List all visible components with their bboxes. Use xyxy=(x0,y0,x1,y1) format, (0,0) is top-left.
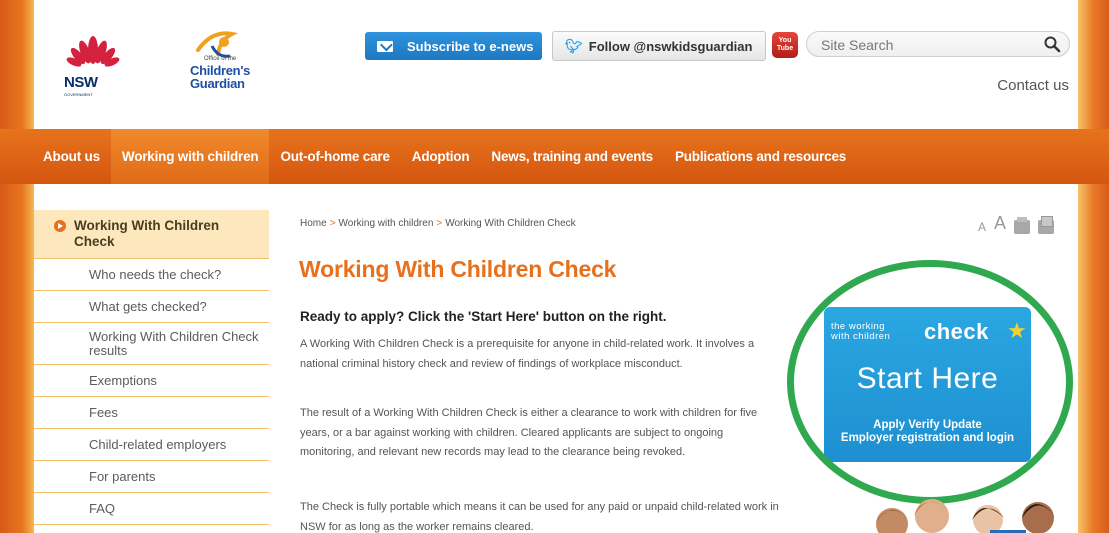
nsw-logo-subtext: GOVERNMENT xyxy=(64,92,93,97)
nav-working-with-children[interactable]: Working with children xyxy=(110,129,270,184)
breadcrumb-home[interactable]: Home xyxy=(300,218,327,229)
page: NSW GOVERNMENT Office of the Children's … xyxy=(0,0,1109,533)
print-icon[interactable] xyxy=(1014,217,1030,234)
main-nav: About us Working with children Out-of-ho… xyxy=(0,129,1109,184)
search-icon[interactable] xyxy=(1043,35,1061,53)
text-size-large-button[interactable]: A xyxy=(994,213,1006,234)
subscribe-label: Subscribe to e-news xyxy=(407,38,534,54)
nsw-logo-text: NSW xyxy=(64,74,98,91)
ocg-office-text: Office of the xyxy=(204,56,237,62)
sidebar-item-exemptions[interactable]: Exemptions xyxy=(34,365,269,397)
save-page-icon[interactable] xyxy=(1038,216,1054,234)
waratah-icon xyxy=(66,36,120,67)
sidebar-item-what-gets-checked[interactable]: What gets checked? xyxy=(34,291,269,323)
sidebar-item-for-parents[interactable]: For parents xyxy=(34,461,269,493)
page-tools: A A xyxy=(978,213,1054,234)
children-photo xyxy=(876,499,1054,533)
apply-subhead: Ready to apply? Click the 'Start Here' b… xyxy=(300,309,667,324)
ocg-name-text: Children's Guardian xyxy=(190,64,250,90)
nav-news-training-events[interactable]: News, training and events xyxy=(480,129,664,184)
text-size-small-button[interactable]: A xyxy=(978,220,986,234)
sidebar-heading-label: Working With Children Check xyxy=(74,218,220,249)
youtube-label-top: You xyxy=(778,37,792,44)
highlight-circle xyxy=(787,260,1073,504)
sidebar-item-check-results[interactable]: Working With Children Check results xyxy=(34,323,269,365)
youtube-label-bottom: Tube xyxy=(776,45,794,52)
subscribe-enews-button[interactable]: Subscribe to e-news xyxy=(365,32,542,60)
sidebar-item-faq[interactable]: FAQ xyxy=(34,493,269,525)
sidebar-item-fees[interactable]: Fees xyxy=(34,397,269,429)
breadcrumb-current: Working With Children Check xyxy=(445,218,576,229)
contact-us-link[interactable]: Contact us xyxy=(997,77,1069,94)
breadcrumb-separator: > xyxy=(329,218,336,229)
nsw-government-logo[interactable]: NSW GOVERNMENT xyxy=(58,30,128,100)
ocg-name-line2: Guardian xyxy=(190,76,245,91)
envelope-icon xyxy=(377,40,393,52)
sidebar-item-child-related-employers[interactable]: Child-related employers xyxy=(34,429,269,461)
sidebar-heading[interactable]: Working With Children Check xyxy=(34,210,269,259)
page-title: Working With Children Check xyxy=(299,256,617,282)
nav-adoption[interactable]: Adoption xyxy=(401,129,481,184)
nav-about-us[interactable]: About us xyxy=(34,129,111,184)
twitter-bird-icon: 🐦︎ xyxy=(565,37,583,54)
breadcrumb-working-with-children[interactable]: Working with children xyxy=(339,218,434,229)
nav-publications-resources[interactable]: Publications and resources xyxy=(664,129,857,184)
nav-out-of-home-care[interactable]: Out-of-home care xyxy=(269,129,400,184)
search-input[interactable] xyxy=(821,35,1031,55)
childrens-guardian-logo[interactable]: Office of the Children's Guardian xyxy=(152,28,262,103)
sidebar: Working With Children Check Who needs th… xyxy=(34,210,269,525)
follow-label: Follow @nswkidsguardian xyxy=(588,38,753,54)
site-search xyxy=(806,31,1070,57)
result-paragraph: The result of a Working With Children Ch… xyxy=(300,407,758,458)
youtube-icon[interactable]: You Tube xyxy=(772,32,798,58)
intro-paragraph: A Working With Children Check is a prere… xyxy=(300,338,755,370)
follow-twitter-button[interactable]: 🐦︎ Follow @nswkidsguardian xyxy=(552,31,766,61)
sidebar-item-who-needs-check[interactable]: Who needs the check? xyxy=(34,259,269,291)
portable-paragraph: The Check is fully portable which means … xyxy=(300,501,779,533)
breadcrumb-separator: > xyxy=(436,218,443,229)
arrow-bullet-icon xyxy=(54,220,66,232)
breadcrumb: Home > Working with children > Working With … xyxy=(300,218,576,229)
